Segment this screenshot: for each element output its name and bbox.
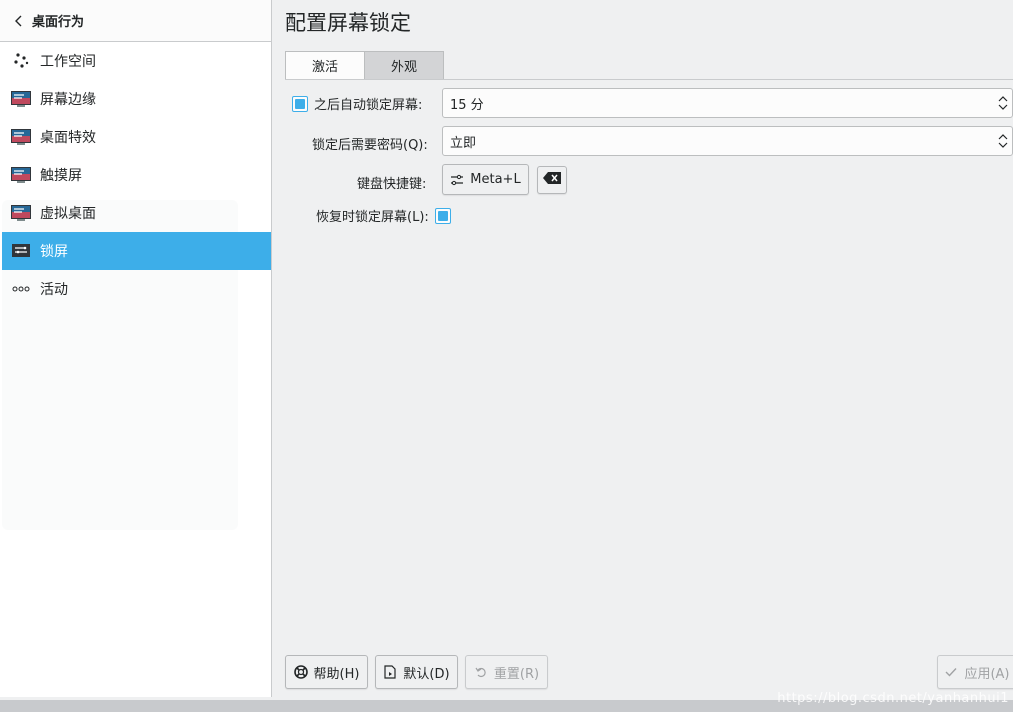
require-password-row: 锁定后需要密码(Q): — [312, 134, 428, 153]
sidebar-item-activities[interactable]: 活动 — [2, 270, 271, 308]
sidebar-header[interactable]: 桌面行为 — [0, 0, 271, 42]
checkmark-icon — [944, 665, 958, 679]
defaults-button-label: 默认(D) — [403, 666, 450, 682]
sidebar-item-virtual-desktops[interactable]: 虚拟桌面 — [2, 194, 271, 232]
require-password-label: 锁定后需要密码(Q): — [312, 138, 428, 153]
main-panel: 配置屏幕锁定 激活 外观 之后自动锁定屏幕: 15 分 锁定后需要密码(Q): … — [272, 0, 1013, 700]
up-down-arrows-icon — [998, 96, 1008, 110]
reset-button-label: 重置(R) — [493, 666, 540, 682]
sidebar-item-label: 屏幕边缘 — [40, 92, 96, 108]
sidebar: 桌面行为 工作空间 屏幕边缘 桌面特效 触摸屏 虚拟桌面 锁屏 活动 — [0, 0, 272, 697]
document-defaults-icon — [383, 665, 397, 679]
screen-edges-icon — [10, 88, 32, 110]
desktop-effects-icon — [10, 126, 32, 148]
sidebar-list: 工作空间 屏幕边缘 桌面特效 触摸屏 虚拟桌面 锁屏 活动 — [2, 42, 271, 308]
tab-divider — [285, 79, 1013, 80]
sidebar-item-touchscreen[interactable]: 触摸屏 — [2, 156, 271, 194]
shortcut-value: Meta+L — [470, 172, 521, 187]
shortcut-label: 键盘快捷键: — [357, 177, 427, 192]
shortcut-button[interactable]: Meta+L — [442, 164, 529, 195]
defaults-button[interactable]: 默认(D) — [375, 655, 458, 689]
sidebar-item-screen-edges[interactable]: 屏幕边缘 — [2, 80, 271, 118]
sidebar-item-label: 触摸屏 — [40, 168, 82, 184]
system-settings-window: 桌面行为 工作空间 屏幕边缘 桌面特效 触摸屏 虚拟桌面 锁屏 活动 配置屏幕锁… — [0, 0, 1013, 700]
tab-appearance[interactable]: 外观 — [364, 51, 445, 79]
auto-lock-row: 之后自动锁定屏幕: — [292, 94, 422, 113]
help-button[interactable]: 帮助(H) — [285, 655, 368, 689]
tab-activation[interactable]: 激活 — [285, 51, 366, 79]
help-lifebuoy-icon — [293, 665, 308, 679]
activities-icon — [10, 278, 32, 300]
sidebar-item-label: 工作空间 — [40, 54, 96, 70]
screen-lock-icon — [10, 240, 32, 262]
virtual-desktops-icon — [10, 202, 32, 224]
shortcut-row: 键盘快捷键: — [357, 173, 426, 192]
up-down-arrows-icon — [998, 134, 1008, 148]
sidebar-item-desktop-effects[interactable]: 桌面特效 — [2, 118, 271, 156]
sidebar-item-screen-lock[interactable]: 锁屏 — [2, 232, 271, 270]
sidebar-item-label: 虚拟桌面 — [40, 206, 96, 222]
lock-on-resume-checkbox[interactable] — [434, 207, 451, 224]
lock-on-resume-label: 恢复时锁定屏幕(L): — [316, 210, 429, 225]
apply-button-label: 应用(A) — [964, 666, 1010, 682]
undo-icon — [474, 665, 488, 679]
auto-lock-checkbox[interactable] — [292, 95, 308, 112]
reset-button[interactable]: 重置(R) — [465, 655, 548, 689]
auto-lock-label: 之后自动锁定屏幕: — [314, 98, 423, 113]
configure-shortcut-icon — [450, 173, 464, 187]
help-button-label: 帮助(H) — [313, 666, 360, 682]
sidebar-item-label: 锁屏 — [40, 244, 68, 260]
watermark-text: https://blog.csdn.net/yanhanhui1 — [777, 691, 1009, 706]
sidebar-item-label: 活动 — [40, 282, 68, 298]
apply-button[interactable]: 应用(A) — [937, 655, 1013, 689]
auto-lock-duration-spinbox[interactable]: 15 分 — [442, 88, 1013, 118]
touchscreen-icon — [10, 164, 32, 186]
tab-bar: 激活 外观 — [285, 51, 445, 79]
lock-on-resume-row: 恢复时锁定屏幕(L): — [316, 206, 451, 225]
sidebar-title: 桌面行为 — [32, 15, 85, 30]
clear-shortcut-button[interactable] — [537, 166, 567, 194]
workspace-icon — [10, 50, 32, 72]
sidebar-item-workspace[interactable]: 工作空间 — [2, 42, 271, 80]
require-password-value: 立即 — [450, 135, 477, 151]
sidebar-item-label: 桌面特效 — [40, 130, 96, 146]
require-password-spinbox[interactable]: 立即 — [442, 126, 1013, 156]
auto-lock-duration-value: 15 分 — [450, 97, 484, 113]
chevron-left-icon[interactable] — [14, 14, 26, 28]
page-title: 配置屏幕锁定 — [285, 11, 411, 35]
backspace-icon — [543, 172, 561, 188]
